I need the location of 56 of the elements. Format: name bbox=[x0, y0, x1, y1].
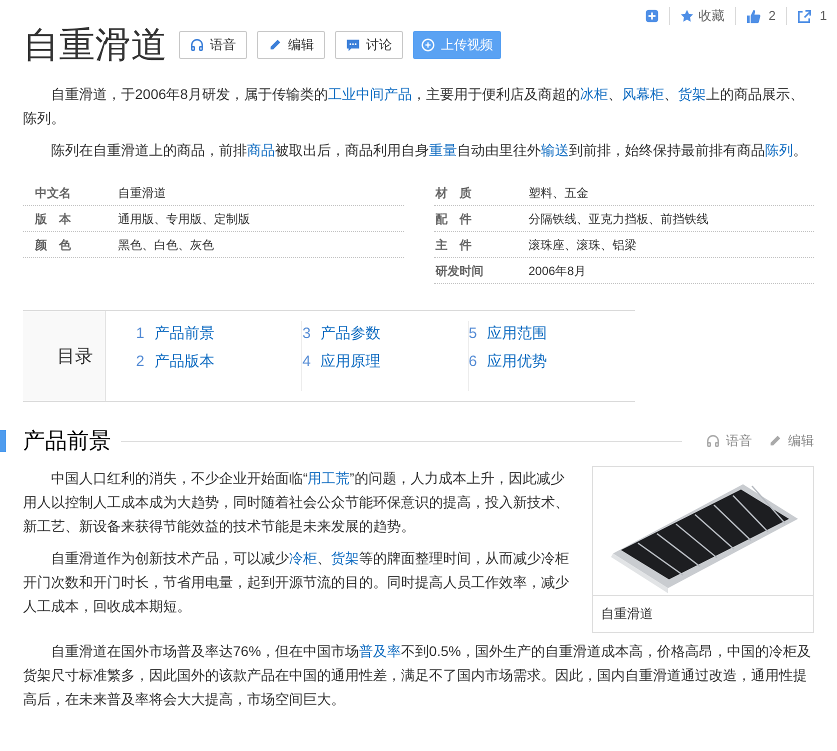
text-link[interactable]: 冷柜 bbox=[289, 550, 317, 566]
discuss-button[interactable]: 讨论 bbox=[335, 31, 403, 59]
text-link[interactable]: 风幕柜 bbox=[622, 86, 664, 102]
info-value: 2006年8月 bbox=[528, 262, 586, 280]
info-value: 分隔铁线、亚克力挡板、前挡铁线 bbox=[528, 210, 708, 228]
toc-title: 目录 bbox=[57, 344, 93, 368]
info-label: 研发时间 bbox=[434, 262, 484, 280]
body-paragraph: 自重滑道在国外市场普及率达76%，但在中国市场普及率不到0.5%，国外生产的自重滑道成本高，价格高昂，中国的冷柜及货架尺寸标准繁多，因此国外的该款产品在中国的通用性差，满足不了国内市场需求。因此，国内自重滑道通过改造，通用性提高后，在未来普及率将会大大提高，市场空间巨大。 bbox=[23, 642, 812, 709]
text-link[interactable]: 冰柜 bbox=[580, 86, 608, 102]
info-label: 颜 色 bbox=[34, 236, 72, 254]
edit-link[interactable]: 编辑 bbox=[768, 431, 814, 451]
edit-button[interactable]: 编辑 bbox=[257, 31, 325, 59]
body-paragraph: 自重滑道作为创新技术产品，可以减少冷柜、货架等的牌面整理时间，从而减少冷柜开门次数和开门时长，节省用电量，起到开源节流的目的。同时提高人员工作效率，减少人工成本，回收成本期短。 bbox=[23, 549, 570, 616]
text-link[interactable]: 普及率 bbox=[359, 643, 402, 659]
upload-button[interactable]: 上传视频 bbox=[413, 31, 501, 59]
toc-number: 1 bbox=[136, 324, 144, 344]
intro-paragraph: 陈列在自重滑道上的商品，前排商品被取出后，商品利用自身重量自动由里往外输送到前排，始终保持最前排有商品陈列。 bbox=[50, 141, 808, 160]
info-value: 自重滑道 bbox=[118, 184, 166, 202]
info-label: 配 件 bbox=[434, 210, 472, 228]
text-link[interactable]: 输送 bbox=[541, 142, 569, 158]
toc-link[interactable]: 2 产品版本 bbox=[136, 349, 302, 374]
toc-link[interactable]: 4 应用原理 bbox=[302, 349, 468, 374]
toc-number: 3 bbox=[302, 324, 311, 344]
toc-link[interactable]: 3 产品参数 bbox=[302, 321, 468, 346]
toc-link[interactable]: 1 产品前景 bbox=[136, 321, 302, 346]
info-label: 中文名 bbox=[34, 184, 72, 202]
info-value: 通用版、专用版、定制版 bbox=[118, 210, 250, 228]
text-link[interactable]: 商品 bbox=[247, 142, 275, 158]
text-link[interactable]: 陈列 bbox=[765, 142, 793, 158]
body-paragraph: 中国人口红利的消失，不少企业开始面临“用工荒”的问题，人力成本上升，因此减少用人以控制人工成本成为大趋势，同时随着社会公众节能环保意识的提高，投入新技术、新工艺、新设备来获得节能效益的技术节能是未来发展的趋势。 bbox=[23, 469, 570, 536]
like-button[interactable]: 2 bbox=[746, 6, 776, 26]
text-link[interactable]: 工业中间产品 bbox=[328, 86, 412, 102]
collect-button[interactable]: 收藏 bbox=[680, 6, 725, 26]
toc-link[interactable]: 5 应用范围 bbox=[468, 321, 635, 346]
section-title: 产品前景 bbox=[23, 427, 112, 455]
info-label: 材 质 bbox=[434, 184, 472, 202]
toc-number: 2 bbox=[136, 352, 144, 372]
text-link[interactable]: 货架 bbox=[331, 550, 359, 566]
audio-link[interactable]: 语音 bbox=[706, 431, 752, 451]
text-link[interactable]: 用工荒 bbox=[308, 470, 350, 486]
image-caption: 自重滑道 bbox=[601, 606, 653, 621]
text-link[interactable]: 货架 bbox=[678, 86, 706, 102]
intro-paragraph: 自重滑道，于2006年8月研发，属于传输类的工业中间产品，主要用于便利店及商超的冰柜、风幕柜、货架上的商品展示、陈列。 bbox=[23, 85, 805, 128]
info-label: 主 件 bbox=[434, 236, 472, 254]
info-label: 版 本 bbox=[34, 210, 72, 228]
toc-number: 4 bbox=[302, 352, 311, 372]
info-value: 黑色、白色、灰色 bbox=[118, 236, 214, 254]
share-button[interactable]: 1 bbox=[796, 6, 827, 26]
info-value: 塑料、五金 bbox=[528, 184, 588, 202]
text-link[interactable]: 重量 bbox=[429, 142, 457, 158]
toc-link[interactable]: 6 应用优势 bbox=[468, 349, 635, 374]
audio-button[interactable]: 语音 bbox=[179, 31, 247, 59]
toc-number: 5 bbox=[468, 324, 477, 344]
page-title: 自重滑道 bbox=[23, 23, 167, 67]
toc-number: 6 bbox=[468, 352, 477, 372]
info-value: 滚珠座、滚珠、铝梁 bbox=[528, 236, 636, 254]
